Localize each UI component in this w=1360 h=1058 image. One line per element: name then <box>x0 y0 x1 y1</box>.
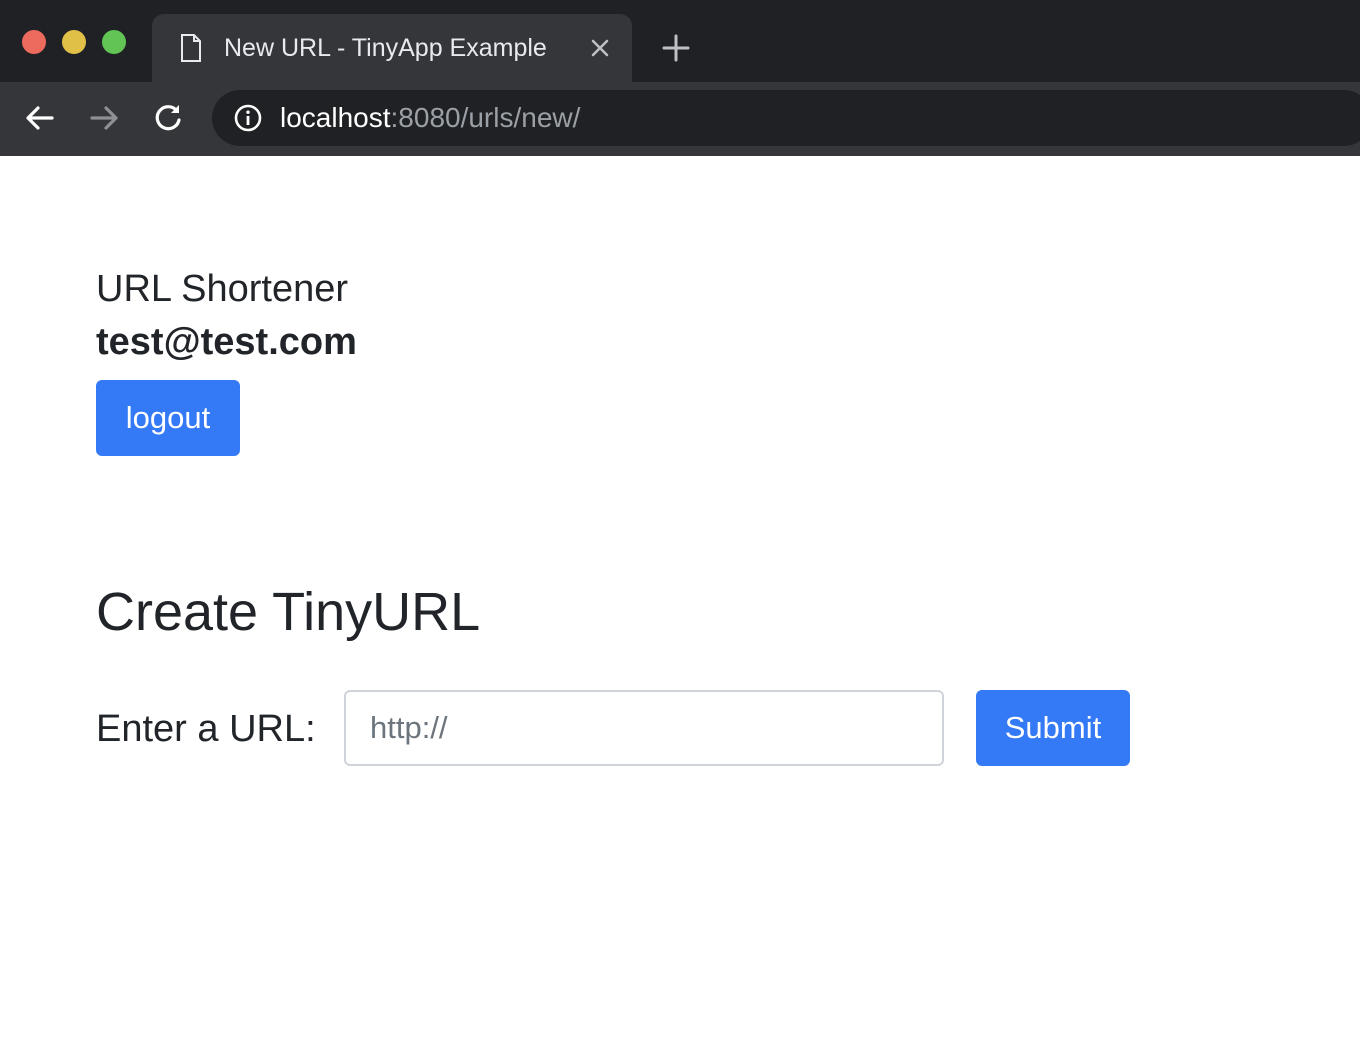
close-window-button[interactable] <box>22 30 46 54</box>
page-content: URL Shortener test@test.com logout Creat… <box>0 156 1360 1058</box>
page-title: Create TinyURL <box>96 582 481 642</box>
submit-button[interactable]: Submit <box>976 690 1130 766</box>
reload-icon[interactable] <box>150 100 186 136</box>
browser-tabstrip: New URL - TinyApp Example <box>0 0 1360 82</box>
forward-arrow-icon[interactable] <box>86 100 122 136</box>
tab-title: New URL - TinyApp Example <box>224 34 547 62</box>
browser-toolbar: localhost:8080/urls/new/ <box>0 82 1360 156</box>
brand-title: URL Shortener <box>96 268 349 310</box>
url-input[interactable] <box>344 690 944 766</box>
maximize-window-button[interactable] <box>102 30 126 54</box>
info-icon[interactable] <box>234 104 262 132</box>
address-url: localhost:8080/urls/new/ <box>280 101 580 135</box>
back-arrow-icon[interactable] <box>22 100 58 136</box>
close-icon[interactable] <box>588 36 612 60</box>
plus-icon[interactable] <box>660 32 692 64</box>
url-path: :8080/urls/new/ <box>390 102 581 133</box>
logout-button[interactable]: logout <box>96 380 240 456</box>
user-email: test@test.com <box>96 321 357 363</box>
url-field-label: Enter a URL: <box>96 708 316 750</box>
address-bar[interactable]: localhost:8080/urls/new/ <box>212 90 1360 146</box>
browser-tab-active[interactable]: New URL - TinyApp Example <box>152 14 632 82</box>
page-icon <box>181 34 201 62</box>
url-host: localhost <box>280 102 391 133</box>
minimize-window-button[interactable] <box>62 30 86 54</box>
